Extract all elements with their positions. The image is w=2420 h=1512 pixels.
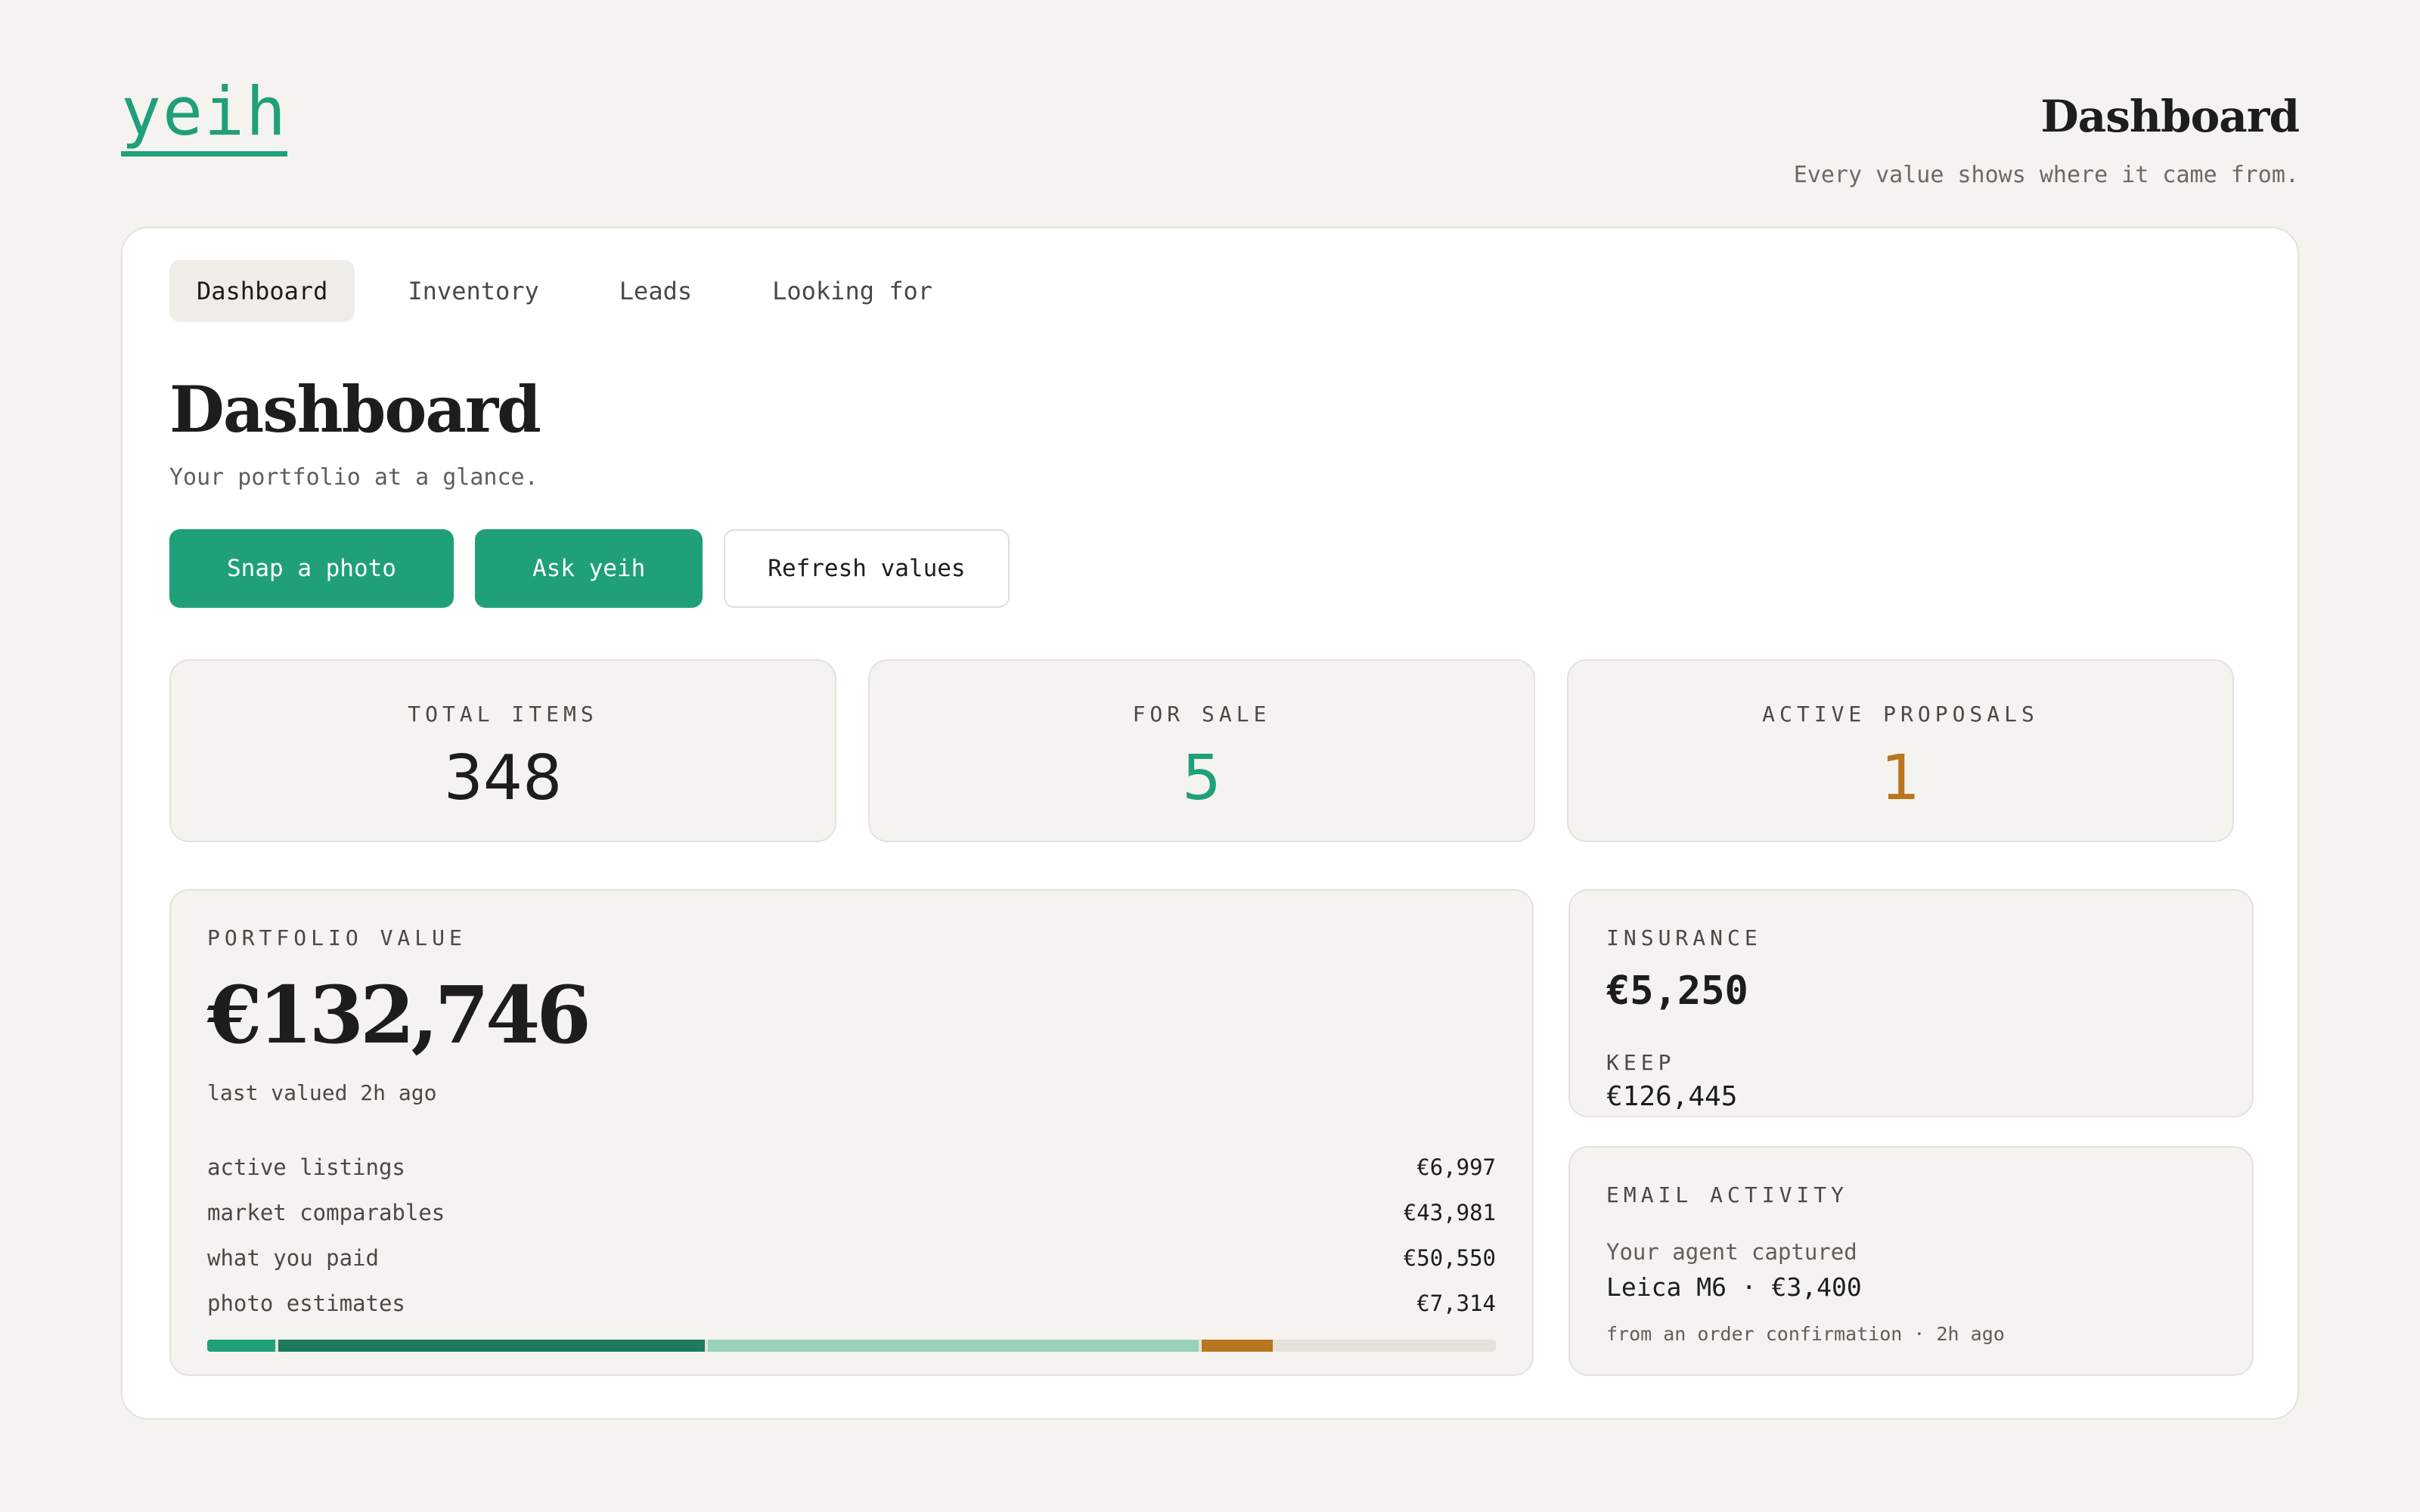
email-activity-card: EMAIL ACTIVITY Your agent captured Leica… [1568, 1146, 2254, 1376]
refresh-values-button[interactable]: Refresh values [724, 529, 1010, 608]
bar-segment-what-you-paid [708, 1340, 1199, 1352]
captured-item[interactable]: Leica M6 · €3,400 [1606, 1272, 2216, 1302]
stat-value: 348 [443, 742, 563, 814]
breakdown-amount: €6,997 [1416, 1154, 1496, 1180]
stat-for-sale: FOR SALE 5 [868, 659, 1535, 842]
tab-inventory[interactable]: Inventory [380, 260, 566, 322]
email-source: from an order confirmation · 2h ago [1606, 1323, 2005, 1345]
breakdown-amount: €43,981 [1403, 1200, 1496, 1225]
stat-value: 5 [1181, 742, 1222, 814]
email-intro: Your agent captured [1606, 1239, 1857, 1265]
bar-segment-market-comparables [278, 1340, 706, 1352]
bar-segment-active-listings [207, 1340, 275, 1352]
tab-bar: Dashboard Inventory Leads Looking for [169, 260, 960, 322]
main-panel: Dashboard Inventory Leads Looking for Da… [121, 227, 2299, 1420]
stat-value: 1 [1880, 742, 1921, 814]
email-activity-label: EMAIL ACTIVITY [1606, 1182, 1849, 1207]
tab-looking-for[interactable]: Looking for [745, 260, 960, 322]
stat-label: FOR SALE [1132, 702, 1271, 727]
action-bar: Snap a photo Ask yeih Refresh values [169, 529, 1010, 608]
bar-segment-photo-estimates [1202, 1340, 1274, 1352]
breakdown-row: active listings €6,997 [207, 1145, 1496, 1190]
value-breakdown-bar [207, 1340, 1496, 1352]
breakdown-name: what you paid [207, 1245, 379, 1271]
header-title: Dashboard [2040, 91, 2300, 142]
stat-total-items: TOTAL ITEMS 348 [169, 659, 836, 842]
portfolio-value: €132,746 [207, 968, 591, 1061]
last-valued: last valued 2h ago [207, 1080, 437, 1105]
page-title: Dashboard [169, 372, 541, 447]
brand-logo[interactable]: yeih [121, 79, 287, 156]
breakdown-name: photo estimates [207, 1290, 405, 1316]
stat-label: TOTAL ITEMS [408, 702, 598, 727]
portfolio-label: PORTFOLIO VALUE [207, 925, 467, 950]
tab-leads[interactable]: Leads [592, 260, 719, 322]
stat-active-proposals: ACTIVE PROPOSALS 1 [1567, 659, 2234, 842]
insurance-value: €5,250 [1606, 968, 1748, 1014]
value-breakdown: active listings €6,997 market comparable… [207, 1145, 1496, 1326]
tab-dashboard[interactable]: Dashboard [169, 260, 355, 322]
breakdown-row: market comparables €43,981 [207, 1190, 1496, 1235]
insurance-label: INSURANCE [1606, 925, 1762, 950]
breakdown-amount: €7,314 [1416, 1290, 1496, 1316]
snap-photo-button[interactable]: Snap a photo [169, 529, 454, 608]
ask-yeih-button[interactable]: Ask yeih [474, 529, 703, 608]
stat-label: ACTIVE PROPOSALS [1762, 702, 2039, 727]
header-subtitle: Every value shows where it came from. [1793, 162, 2299, 188]
page-subtitle: Your portfolio at a glance. [169, 464, 538, 491]
portfolio-value-card: PORTFOLIO VALUE €132,746 last valued 2h … [169, 889, 1534, 1376]
breakdown-row: photo estimates €7,314 [207, 1281, 1496, 1326]
keep-value: €126,445 [1606, 1081, 1738, 1112]
insurance-card: INSURANCE €5,250 KEEP €126,445 [1568, 889, 2254, 1117]
breakdown-name: active listings [207, 1154, 405, 1180]
breakdown-row: what you paid €50,550 [207, 1235, 1496, 1281]
breakdown-amount: €50,550 [1403, 1245, 1496, 1271]
keep-label: KEEP [1606, 1050, 1676, 1075]
breakdown-name: market comparables [207, 1200, 445, 1225]
page-header: Dashboard Every value shows where it cam… [1793, 91, 2300, 188]
